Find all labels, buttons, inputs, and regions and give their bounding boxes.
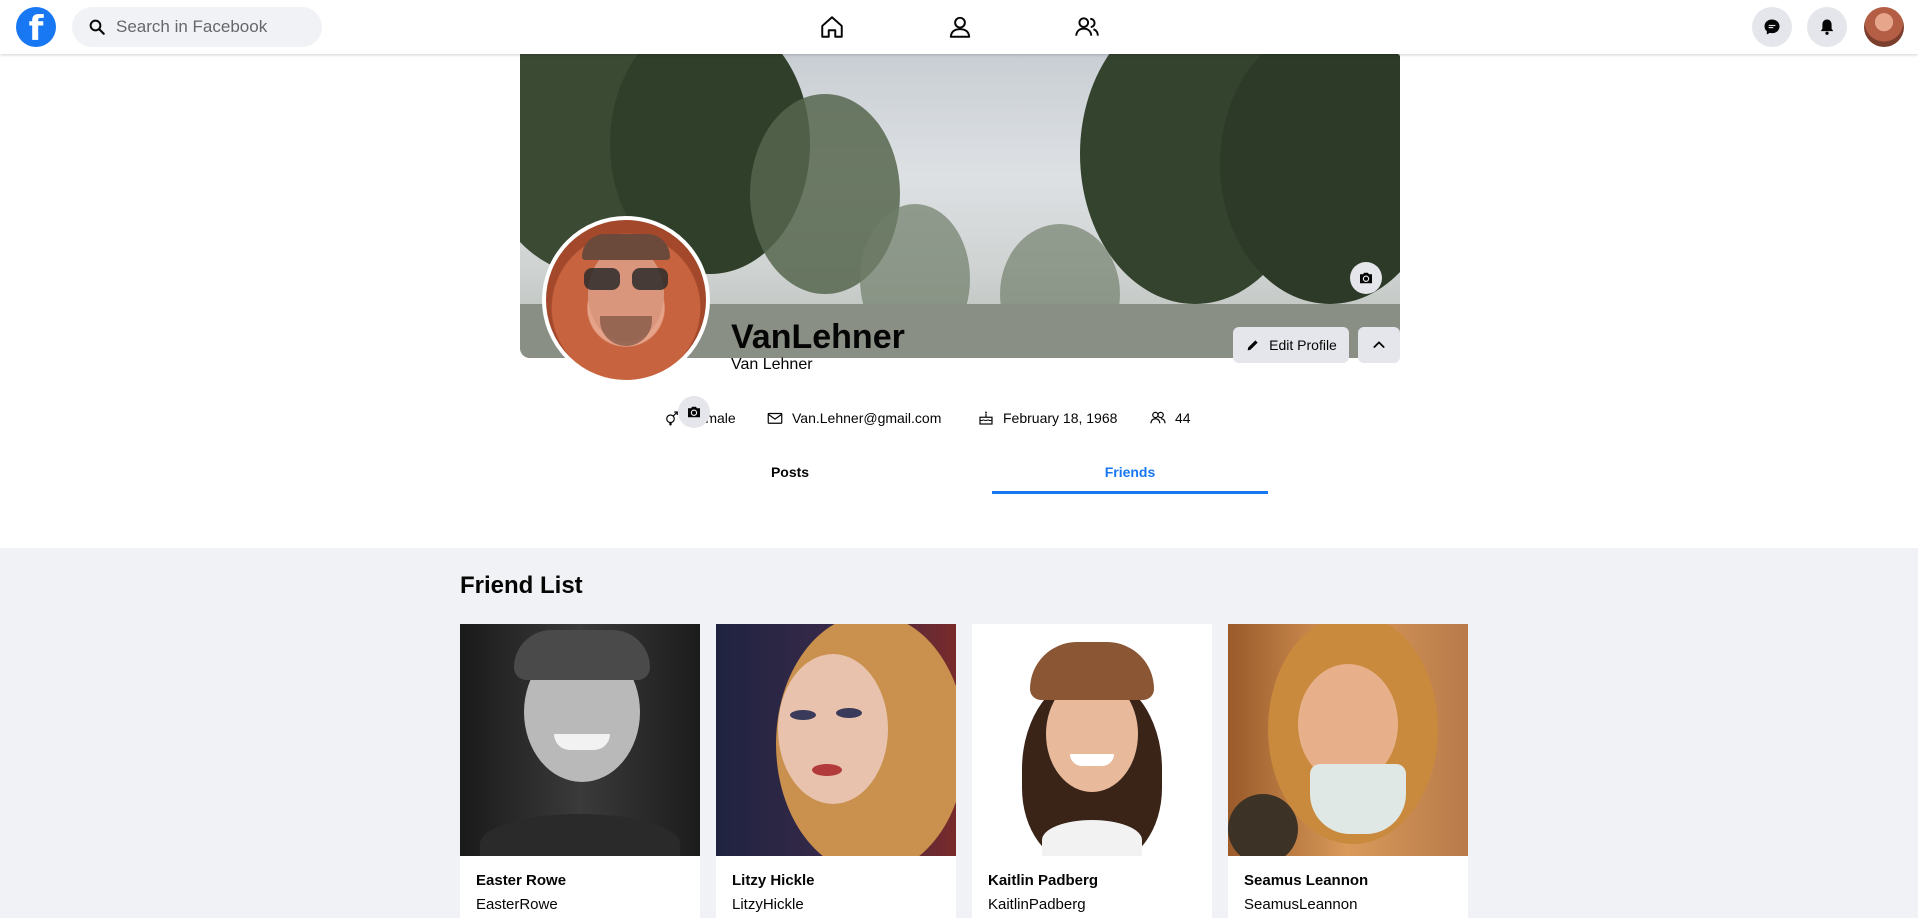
home-icon xyxy=(821,16,843,38)
friend-username: EasterRowe xyxy=(476,896,558,913)
profile-nav-button[interactable] xyxy=(944,11,976,43)
profile-picture[interactable] xyxy=(542,216,710,384)
email-info: Van.Lehner@gmail.com xyxy=(766,406,941,430)
edit-profile-label: Edit Profile xyxy=(1269,337,1337,353)
friend-username: SeamusLeannon xyxy=(1244,896,1358,913)
friends-nav-button[interactable] xyxy=(1071,11,1103,43)
profile-display-name: VanLehner xyxy=(731,318,905,356)
profile-camera-button[interactable] xyxy=(678,396,710,428)
messenger-button[interactable] xyxy=(1752,7,1792,47)
birthday-info: February 18, 1968 xyxy=(977,406,1117,430)
friend-photo[interactable] xyxy=(972,624,1212,856)
friends-count-info: 44 xyxy=(1149,406,1191,430)
friend-name[interactable]: Easter Rowe xyxy=(476,872,566,889)
email-text: Van.Lehner@gmail.com xyxy=(792,410,942,426)
friends-icon xyxy=(1150,411,1166,424)
profile-full-name: Van Lehner xyxy=(731,356,813,373)
friend-photo[interactable] xyxy=(716,624,956,856)
pencil-icon xyxy=(1247,340,1258,351)
friend-card[interactable]: Litzy Hickle LitzyHickle xyxy=(716,624,956,918)
friend-name[interactable]: Seamus Leannon xyxy=(1244,872,1368,889)
profile-header xyxy=(0,54,1918,548)
camera-icon xyxy=(688,406,700,418)
mail-icon xyxy=(767,412,783,424)
camera-icon xyxy=(1360,272,1372,284)
search-box[interactable] xyxy=(72,7,322,47)
edit-profile-button[interactable]: Edit Profile xyxy=(1233,327,1349,363)
tab-posts[interactable]: Posts xyxy=(652,458,928,494)
tab-friends[interactable]: Friends xyxy=(992,458,1268,494)
bell-icon xyxy=(1820,19,1834,35)
friend-photo[interactable] xyxy=(1228,624,1468,856)
cover-camera-button[interactable] xyxy=(1350,262,1382,294)
account-avatar[interactable] xyxy=(1864,7,1904,47)
friend-username: KaitlinPadberg xyxy=(988,896,1086,913)
friend-username: LitzyHickle xyxy=(732,896,804,913)
friend-card[interactable]: Seamus Leannon SeamusLeannon xyxy=(1228,624,1468,918)
friends-count-text: 44 xyxy=(1175,410,1191,426)
top-navbar: f xyxy=(0,0,1918,54)
profile-icon xyxy=(949,16,971,38)
friend-card[interactable]: Kaitlin Padberg KaitlinPadberg xyxy=(972,624,1212,918)
friend-name[interactable]: Litzy Hickle xyxy=(732,872,815,889)
messenger-icon xyxy=(1764,19,1780,35)
collapse-button[interactable] xyxy=(1358,327,1400,363)
friend-name[interactable]: Kaitlin Padberg xyxy=(988,872,1098,889)
facebook-logo[interactable]: f xyxy=(16,7,56,47)
friend-list-title: Friend List xyxy=(460,572,583,599)
search-icon xyxy=(89,19,105,35)
birthday-text: February 18, 1968 xyxy=(1003,410,1118,426)
cake-icon xyxy=(979,411,993,425)
chevron-up-icon xyxy=(1373,341,1385,348)
notifications-button[interactable] xyxy=(1807,7,1847,47)
home-nav-button[interactable] xyxy=(816,11,848,43)
friend-photo[interactable] xyxy=(460,624,700,856)
friend-card[interactable]: Easter Rowe EasterRowe xyxy=(460,624,700,918)
search-input[interactable] xyxy=(116,17,306,37)
friends-icon xyxy=(1075,17,1099,36)
